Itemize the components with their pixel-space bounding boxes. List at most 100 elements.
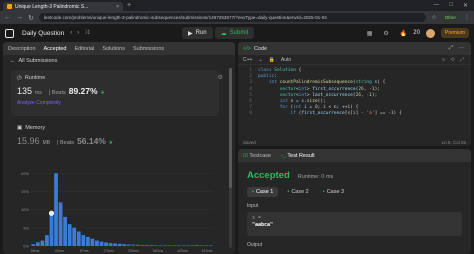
tab-testcase[interactable]: ☑ Testcase xyxy=(243,153,271,159)
chart-bar[interactable] xyxy=(104,242,108,246)
chart-bar[interactable] xyxy=(158,245,163,246)
tab-submissions[interactable]: Submissions xyxy=(133,46,164,52)
close-window-icon[interactable]: ✕ xyxy=(463,2,468,9)
memory-beats-label: | Beats xyxy=(57,140,75,146)
chart-bar[interactable] xyxy=(126,244,131,246)
menu-kebab-icon[interactable]: ⋮ xyxy=(464,14,470,21)
mode-label[interactable]: Auto xyxy=(281,57,291,63)
chart-bar[interactable] xyxy=(199,245,204,246)
layout-icon[interactable]: ▦ xyxy=(367,30,373,37)
chart-bar[interactable] xyxy=(204,245,209,246)
chart-bar[interactable] xyxy=(113,243,118,246)
code-line[interactable]: 8 if (first_occurrence [s[i] - 'a'] == -1… xyxy=(238,111,471,117)
submit-button[interactable]: ☁ Submit xyxy=(214,27,255,39)
leetcode-logo-icon[interactable] xyxy=(5,28,14,38)
close-tab-icon[interactable]: × xyxy=(116,4,119,10)
case-1-tab[interactable]: • Case 1 xyxy=(247,187,279,197)
upload-icon: ☁ xyxy=(220,30,227,37)
chart-bar[interactable] xyxy=(72,227,77,246)
new-tab-button[interactable]: + xyxy=(127,2,131,9)
chart-bar[interactable] xyxy=(163,245,168,246)
case-label: Case 3 xyxy=(326,189,345,195)
address-bar-row: ← → ↻ leetcode.com/problems/unique-lengt… xyxy=(0,11,474,24)
chart-bar[interactable] xyxy=(58,202,63,246)
chart-bar[interactable] xyxy=(99,241,104,246)
tab-solutions[interactable]: Solutions xyxy=(102,46,125,52)
tab-accepted[interactable]: Accepted xyxy=(44,46,67,52)
runtime-unit: ms xyxy=(35,90,42,96)
your-submission-marker[interactable] xyxy=(48,210,55,216)
chart-bar[interactable] xyxy=(35,242,40,246)
chart-bar[interactable] xyxy=(90,238,95,246)
chart-bar[interactable] xyxy=(172,245,177,246)
chart-bar[interactable] xyxy=(136,244,140,246)
chart-bar[interactable] xyxy=(181,245,186,246)
chart-bar[interactable] xyxy=(140,244,145,246)
code-panel-tools-icon[interactable]: ⤢ ⋯ xyxy=(449,45,466,52)
editor-tools-icon[interactable]: ≡ ⟲ ⤢ xyxy=(442,57,466,63)
input-var-name: s = xyxy=(252,215,262,221)
chart-bar[interactable] xyxy=(154,245,158,246)
minimize-window-icon[interactable]: — xyxy=(433,2,439,9)
chart-bar[interactable] xyxy=(122,244,127,246)
chart-bar[interactable] xyxy=(40,240,45,246)
all-submissions-link[interactable]: ← All Submissions xyxy=(3,55,235,66)
premium-button[interactable]: Premium xyxy=(440,28,469,38)
tab-test-result[interactable]: ›_ Test Result xyxy=(281,153,315,159)
chart-bar[interactable] xyxy=(76,231,81,246)
next-problem-icon[interactable]: › xyxy=(77,30,79,36)
chart-bar[interactable] xyxy=(108,243,113,246)
maximize-window-icon[interactable]: □ xyxy=(449,2,453,9)
chart-bar[interactable] xyxy=(131,244,136,246)
back-arrow-icon[interactable]: ← xyxy=(4,14,11,21)
code-token: ); xyxy=(371,92,378,98)
chart-bar[interactable] xyxy=(63,216,67,246)
pass-dot-icon: • xyxy=(322,189,325,195)
chart-bar[interactable] xyxy=(117,243,122,246)
memory-unit: MB xyxy=(42,140,51,146)
chart-bar[interactable] xyxy=(54,173,58,246)
language-select[interactable]: C++ xyxy=(243,57,252,63)
left-scrollbar[interactable] xyxy=(229,68,232,248)
code-token: 'a' xyxy=(366,111,375,117)
bookmark-star-icon[interactable]: ☆ xyxy=(431,14,436,21)
chart-bar[interactable] xyxy=(49,213,54,246)
code-editor[interactable]: 1 class Solution {2 public:3 int countPali… xyxy=(238,65,471,118)
run-button[interactable]: ▶ Run xyxy=(182,27,213,39)
chart-bar[interactable] xyxy=(149,244,154,246)
chart-bar[interactable] xyxy=(190,245,195,246)
extension-badge[interactable]: Other xyxy=(441,14,459,21)
daily-question-link[interactable]: Daily Question xyxy=(22,30,64,37)
chart-settings-icon[interactable]: ⚙ xyxy=(218,74,223,81)
chart-bar[interactable] xyxy=(67,224,72,246)
chart-bar[interactable] xyxy=(95,240,99,246)
settings-gear-icon[interactable]: ⚙ xyxy=(383,30,388,37)
forward-arrow-icon[interactable]: → xyxy=(16,14,23,21)
tab-description[interactable]: Description xyxy=(8,46,36,52)
chart-bar[interactable] xyxy=(81,235,86,246)
tab-editorial[interactable]: Editorial xyxy=(74,46,94,52)
chart-bar[interactable] xyxy=(45,235,49,246)
case-2-tab[interactable]: • Case 2 xyxy=(282,187,313,197)
chart-bar[interactable] xyxy=(186,245,190,246)
chart-bar[interactable] xyxy=(86,236,90,246)
avatar[interactable] xyxy=(425,28,435,38)
left-tabs: Description Accepted Editorial Solutions… xyxy=(3,42,235,55)
url-field[interactable]: leetcode.com/problems/unique-length-3-pa… xyxy=(38,13,427,22)
chart-bar[interactable] xyxy=(167,245,172,246)
analyze-complexity-link[interactable]: Analyze Complexity xyxy=(11,96,219,110)
chart-bar[interactable] xyxy=(145,244,149,246)
y-tick-label: 20% xyxy=(21,171,29,176)
prev-problem-icon[interactable]: ‹ xyxy=(70,30,72,36)
chart-bar[interactable] xyxy=(31,244,36,246)
case-3-tab[interactable]: • Case 3 xyxy=(318,187,349,197)
chart-bar[interactable] xyxy=(195,244,199,246)
reload-icon[interactable]: ↻ xyxy=(28,14,34,22)
memory-card: ▣ Memory 15.96 MB | Beats 56.14% ❦ 20% 15… xyxy=(11,120,219,254)
chart-bar[interactable] xyxy=(208,245,213,246)
streak-count: 20 xyxy=(413,30,420,36)
browser-tab[interactable]: Unique Length-3 Palindromic S... × xyxy=(3,2,123,11)
chart-bar[interactable] xyxy=(177,245,181,246)
shuffle-icon[interactable]: ⤨ xyxy=(84,30,89,37)
streak-fire-icon[interactable]: 🔥 xyxy=(400,30,407,37)
